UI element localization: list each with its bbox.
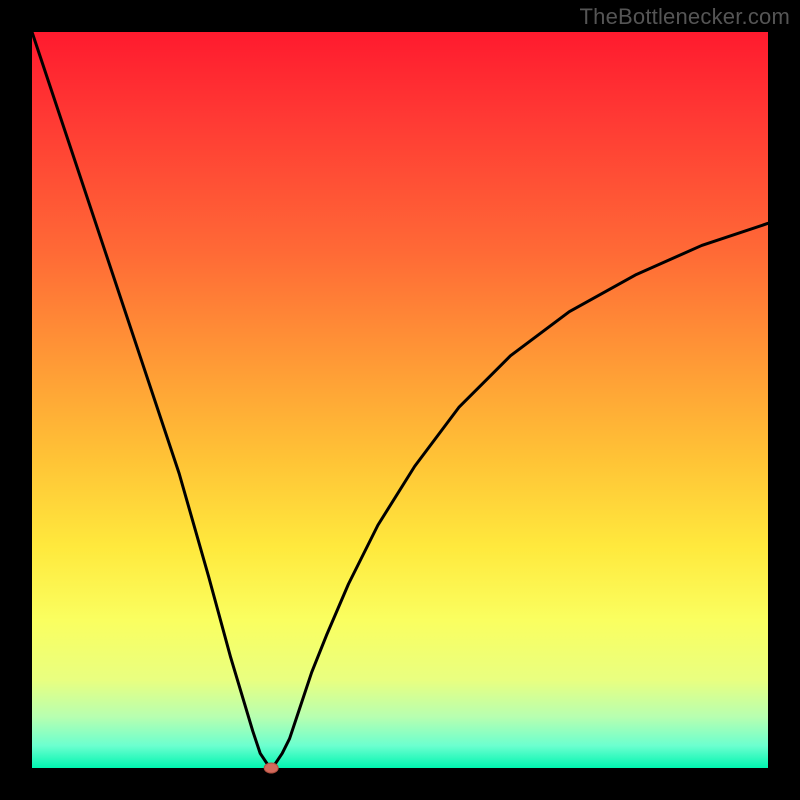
- curve-line: [32, 32, 768, 768]
- minimum-marker: [264, 763, 278, 773]
- plot-area: [32, 32, 768, 768]
- chart-frame: TheBottlenecker.com: [0, 0, 800, 800]
- watermark-text: TheBottlenecker.com: [580, 4, 790, 30]
- bottleneck-curve: [32, 32, 768, 768]
